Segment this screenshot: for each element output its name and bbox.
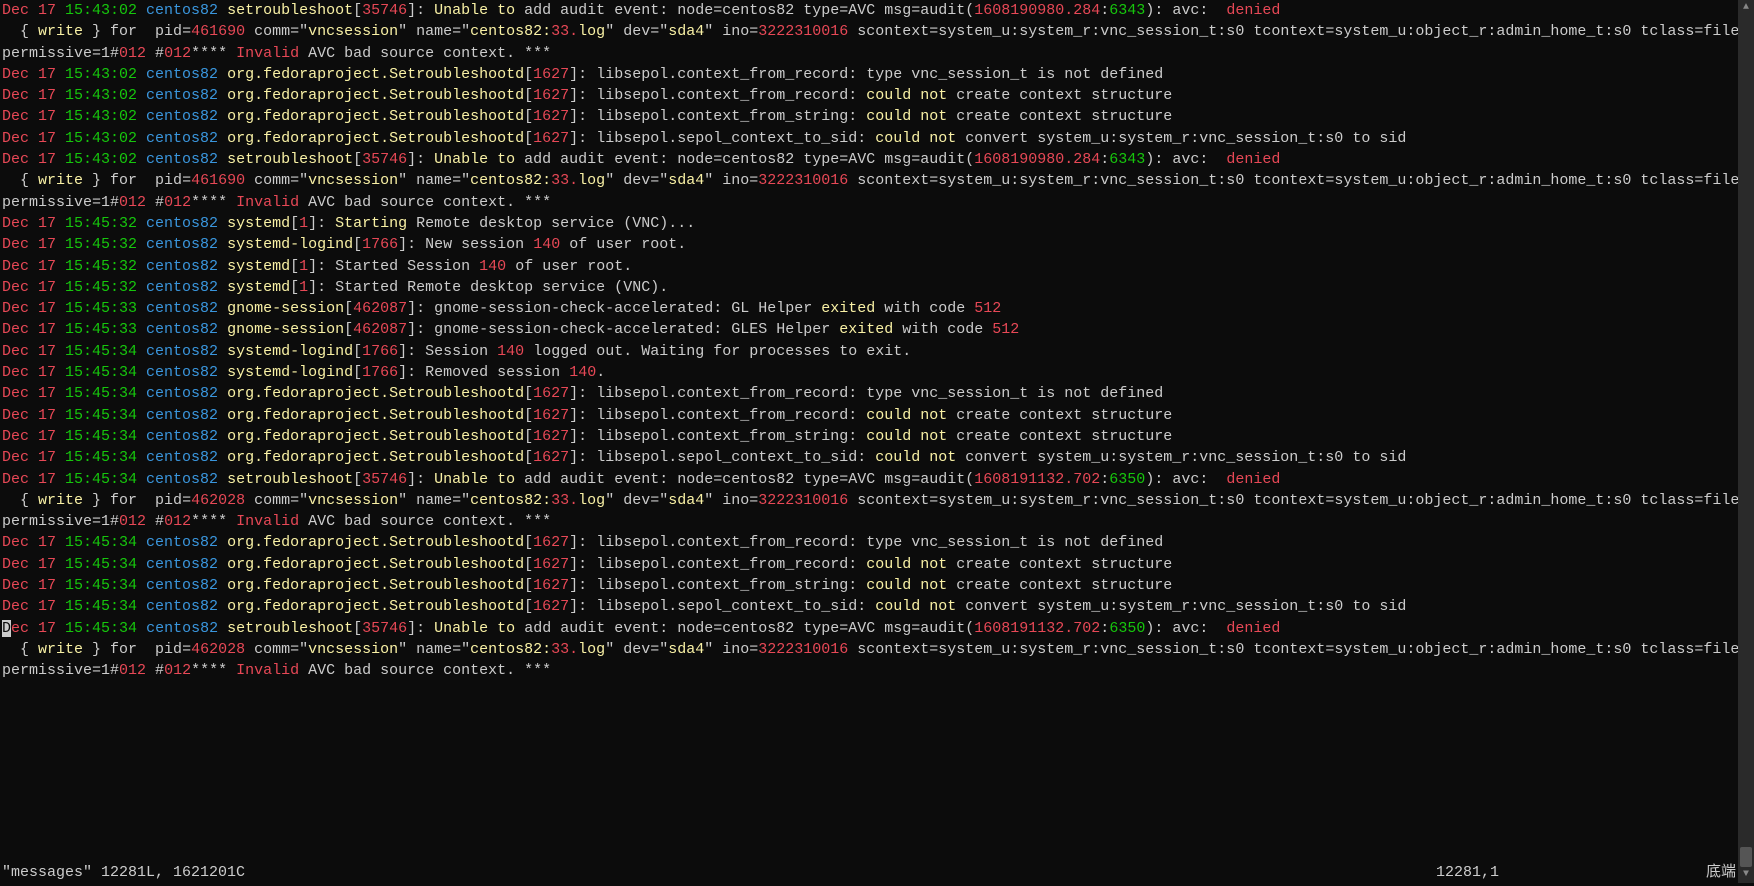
vim-status-bar: "messages" 12281L, 1621201C 12281,1 底端 (0, 862, 1742, 883)
scrollbar[interactable]: ▲ ▼ (1738, 0, 1754, 883)
status-position: 12281,1 (1436, 862, 1676, 883)
chevron-up-icon[interactable]: ▲ (1738, 0, 1754, 16)
chevron-down-icon[interactable]: ▼ (1738, 867, 1754, 883)
status-file: "messages" 12281L, 1621201C (2, 862, 1436, 883)
status-end: 底端 (1676, 862, 1740, 883)
terminal-log-view: Dec 17 15:43:02 centos82 setroubleshoot[… (0, 0, 1742, 883)
